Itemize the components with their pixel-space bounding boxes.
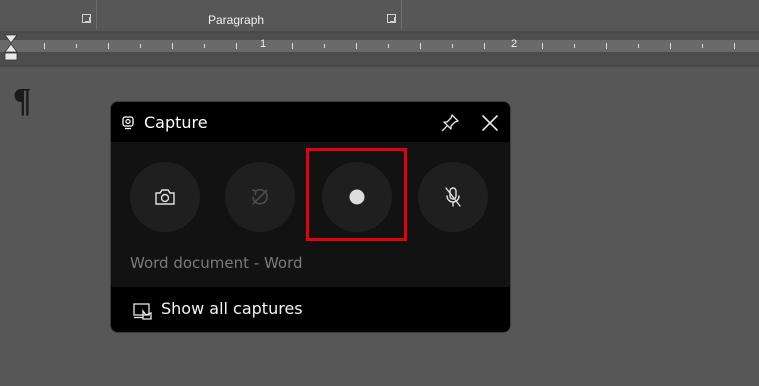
ruler-tick xyxy=(574,44,575,48)
paragraph-group-label: Paragraph xyxy=(208,13,265,27)
capture-title: Capture xyxy=(144,113,208,132)
capture-widget: Capture Word document - Word Show all ca… xyxy=(110,101,511,333)
ruler-tick xyxy=(420,43,421,49)
capture-widget-icon xyxy=(122,116,134,130)
ruler-tick xyxy=(452,44,453,48)
ruler-tick xyxy=(606,43,607,49)
pin-icon[interactable] xyxy=(438,111,462,135)
ruler-tick xyxy=(702,44,703,48)
highlight-box xyxy=(306,148,407,241)
ruler-border xyxy=(0,65,759,67)
ruler-number-2: 2 xyxy=(511,38,518,50)
indent-marker-icon[interactable] xyxy=(4,34,18,62)
font-dialog-launcher[interactable] xyxy=(82,14,91,23)
ruler-tick xyxy=(108,43,109,49)
ruler-tick xyxy=(638,44,639,48)
camera-icon xyxy=(155,189,175,205)
ruler-number-1: 1 xyxy=(260,38,267,50)
ruler-tick xyxy=(324,44,325,48)
ruler-tick xyxy=(542,43,543,49)
show-all-captures-button[interactable]: Show all captures xyxy=(111,287,510,332)
ruler-tick xyxy=(356,43,357,49)
ruler-tick xyxy=(670,43,671,49)
ruler-strip xyxy=(0,40,759,52)
ruler-tick xyxy=(388,44,389,48)
ruler-tick xyxy=(734,43,735,49)
ruler-tick xyxy=(44,43,45,49)
replay-disabled-icon xyxy=(251,188,268,205)
ruler-tick xyxy=(204,44,205,48)
ribbon-separator xyxy=(96,0,97,29)
captured-app-name: Word document - Word xyxy=(130,254,303,272)
mic-off-icon xyxy=(445,187,461,207)
screenshot-button[interactable] xyxy=(130,162,200,232)
paragraph-mark: ¶ xyxy=(13,82,32,119)
ruler-tick xyxy=(236,43,237,49)
ribbon-separator xyxy=(401,0,402,29)
gallery-icon xyxy=(133,303,152,320)
horizontal-ruler[interactable]: 1 2 xyxy=(0,33,759,65)
microphone-button[interactable] xyxy=(418,162,488,232)
ribbon: Paragraph xyxy=(0,0,759,32)
show-all-captures-label: Show all captures xyxy=(161,299,303,318)
ruler-tick xyxy=(484,43,485,49)
paragraph-dialog-launcher[interactable] xyxy=(387,14,396,23)
ruler-tick xyxy=(172,43,173,49)
ruler-tick xyxy=(292,43,293,49)
capture-header: Capture xyxy=(111,102,510,142)
ruler-tick xyxy=(76,44,77,48)
record-last-30s-button[interactable] xyxy=(225,162,295,232)
ruler-tick xyxy=(140,44,141,48)
close-icon[interactable] xyxy=(478,111,502,135)
